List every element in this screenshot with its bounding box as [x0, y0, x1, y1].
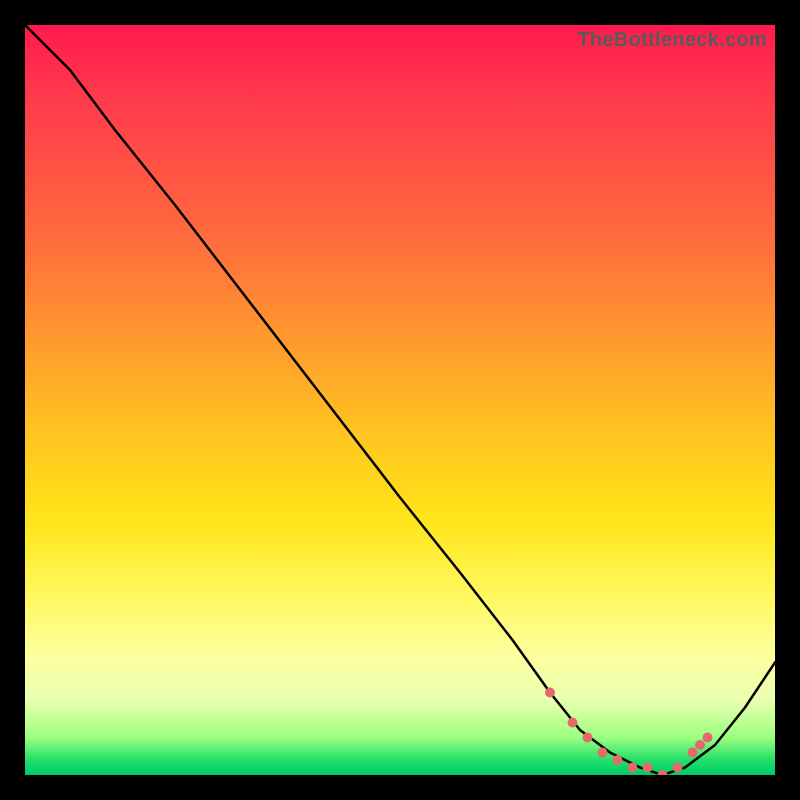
highlight-dot: [688, 748, 698, 758]
bottleneck-curve: [25, 25, 775, 775]
highlight-dot: [545, 688, 555, 698]
highlight-dot: [613, 755, 623, 765]
highlight-dot: [628, 763, 638, 773]
highlight-dot: [568, 718, 578, 728]
highlight-dot: [643, 763, 653, 773]
highlight-dot: [703, 733, 713, 743]
watermark-text: TheBottleneck.com: [577, 29, 767, 52]
curve-path: [25, 25, 775, 775]
highlight-dot: [583, 733, 593, 743]
curve-highlight-dots: [545, 688, 713, 776]
highlight-dot: [658, 770, 668, 775]
highlight-dot: [598, 748, 608, 758]
highlight-dot: [695, 740, 705, 750]
highlight-dot: [673, 763, 683, 773]
plot-area: TheBottleneck.com: [25, 25, 775, 775]
chart-frame: TheBottleneck.com: [0, 0, 800, 800]
